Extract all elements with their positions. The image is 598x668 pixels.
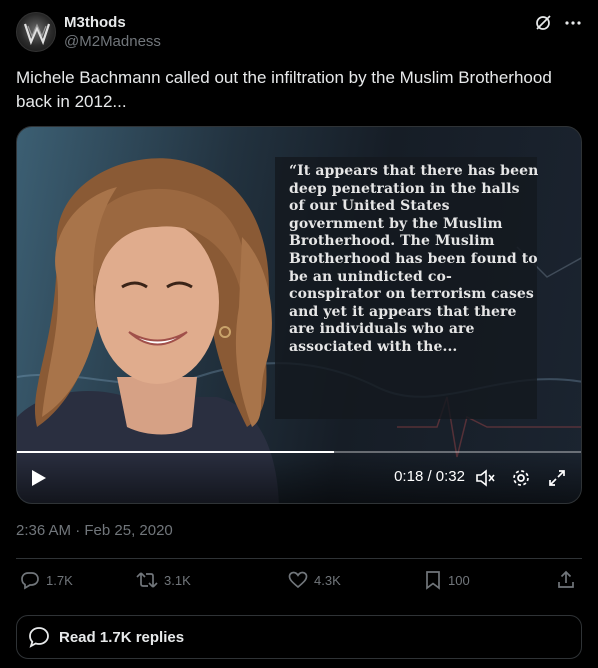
user-handle[interactable]: @M2Madness: [64, 32, 161, 52]
read-replies-label: Read 1.7K replies: [59, 628, 185, 646]
mute-icon[interactable]: [475, 468, 495, 488]
progress-bar[interactable]: [17, 451, 581, 453]
repost-count: 3.1K: [164, 572, 191, 588]
video-quote-text: “It appears that there has been deep pen…: [289, 163, 539, 355]
divider: [16, 558, 582, 559]
read-replies-button[interactable]: Read 1.7K replies: [16, 615, 582, 659]
bookmark-count: 100: [448, 572, 470, 588]
tweet-header: M3thods @M2Madness: [16, 12, 582, 52]
tweet-text: Michele Bachmann called out the infiltra…: [16, 68, 552, 111]
heart-icon: [288, 571, 308, 589]
reply-button[interactable]: 1.7K: [20, 570, 73, 590]
bookmark-button[interactable]: 100: [424, 570, 470, 590]
reply-count: 1.7K: [46, 572, 73, 588]
reply-icon: [21, 572, 39, 590]
bookmark-icon: [426, 571, 440, 590]
like-count: 4.3K: [314, 572, 341, 588]
fullscreen-icon[interactable]: [547, 468, 567, 488]
video-time: 0:18 / 0:32: [394, 468, 465, 485]
m3thods-logo-icon: [23, 23, 51, 46]
repost-icon: [136, 572, 158, 588]
video-controls: 0:18 / 0:32: [17, 451, 581, 503]
repost-button[interactable]: 3.1K: [136, 570, 191, 590]
share-icon: [558, 570, 574, 588]
header-icons: [534, 14, 582, 32]
more-options-icon[interactable]: [564, 14, 582, 32]
share-button[interactable]: [556, 570, 576, 590]
grok-icon[interactable]: [534, 14, 552, 32]
display-name[interactable]: M3thods: [64, 13, 161, 32]
speaker-portrait: [17, 158, 279, 503]
tweet-timestamp[interactable]: 2:36 AM · Feb 25, 2020: [16, 522, 173, 539]
author-info: M3thods @M2Madness: [64, 13, 161, 52]
action-bar: 1.7K 3.1K 4.3K 100: [16, 570, 582, 596]
avatar[interactable]: [16, 12, 56, 52]
reply-bubble-icon: [29, 627, 49, 648]
settings-icon[interactable]: [511, 468, 531, 488]
progress-fill: [17, 451, 335, 453]
video-player[interactable]: “It appears that there has been deep pen…: [16, 126, 582, 504]
like-button[interactable]: 4.3K: [288, 570, 341, 590]
play-icon[interactable]: [31, 469, 47, 492]
